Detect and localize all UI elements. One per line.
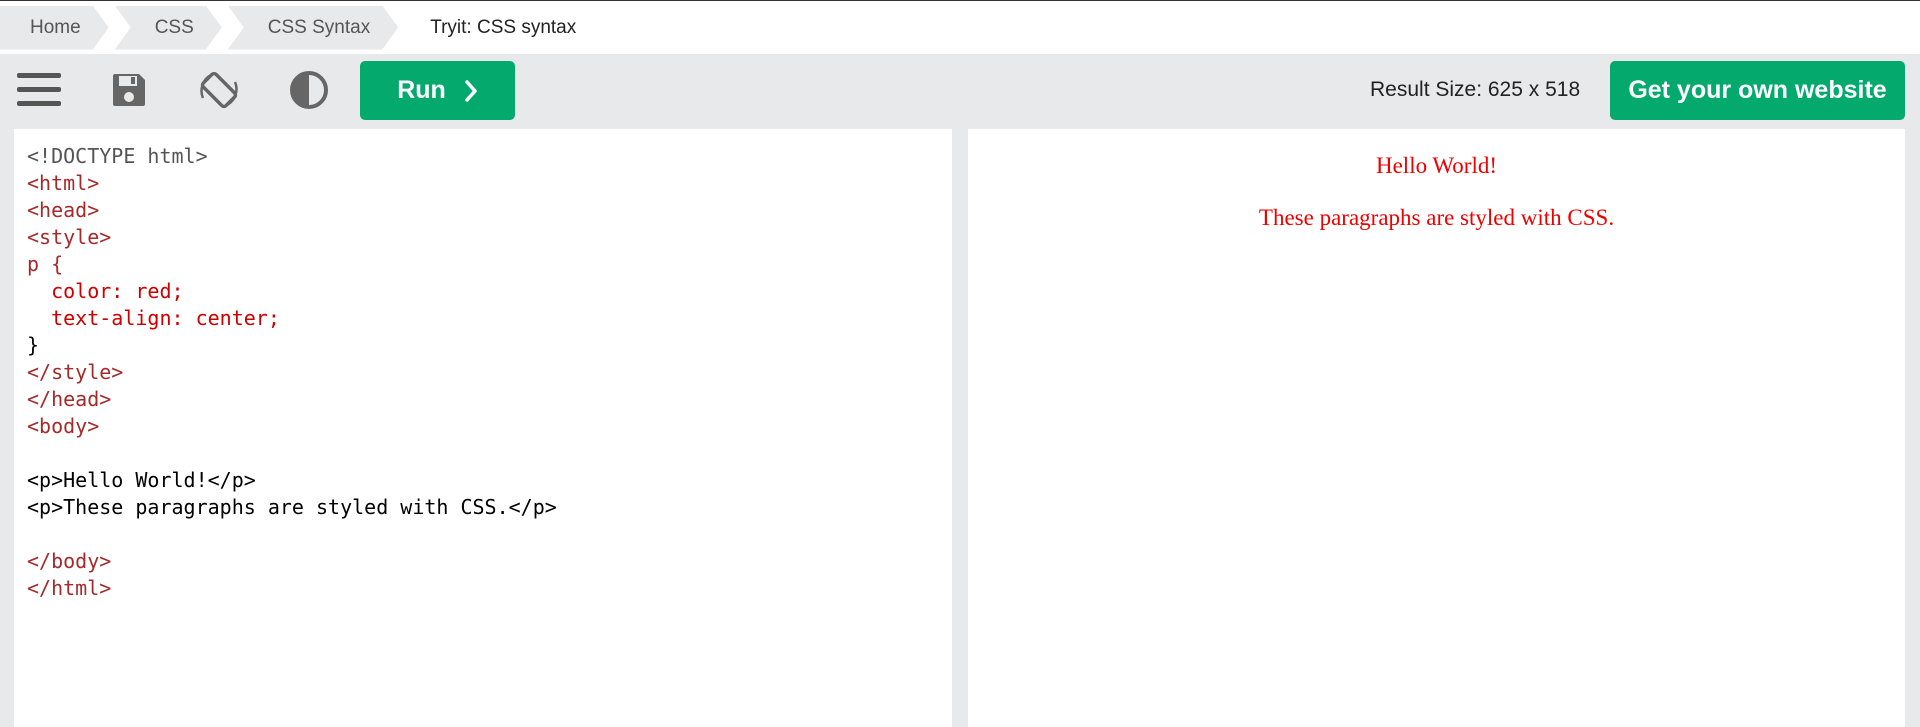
code-line: text-align: center; bbox=[27, 306, 280, 330]
code-line: <style> bbox=[27, 225, 112, 249]
code-line: <!DOCTYPE html> bbox=[27, 144, 208, 168]
code-line: </body> bbox=[27, 549, 112, 573]
toolbar: Run Result Size: 625 x 518 Get your own … bbox=[0, 54, 1920, 126]
code-line: <head> bbox=[27, 198, 100, 222]
code-line: </html> bbox=[27, 576, 112, 600]
panel-divider[interactable] bbox=[952, 129, 967, 727]
run-button-label: Run bbox=[397, 76, 446, 104]
code-line: </style> bbox=[27, 360, 124, 384]
result-panel: Hello World! These paragraphs are styled… bbox=[968, 129, 1905, 727]
result-paragraph-hello: Hello World! bbox=[1375, 153, 1497, 178]
breadcrumb-home[interactable]: Home bbox=[0, 6, 109, 50]
breadcrumb-css-syntax[interactable]: CSS Syntax bbox=[228, 6, 398, 50]
code-line: p { bbox=[27, 252, 64, 276]
code-line: color: red; bbox=[27, 279, 184, 303]
run-button[interactable]: Run bbox=[360, 61, 515, 120]
code-line: <body> bbox=[27, 414, 100, 438]
code-line: </head> bbox=[27, 387, 112, 411]
code-editor[interactable]: <!DOCTYPE html> <html> <head> <style> p … bbox=[14, 129, 952, 727]
breadcrumb-css[interactable]: CSS bbox=[115, 6, 222, 50]
save-icon[interactable] bbox=[107, 70, 151, 110]
chevron-right-icon bbox=[465, 79, 477, 102]
menu-icon[interactable] bbox=[17, 70, 61, 110]
contrast-icon[interactable] bbox=[287, 70, 331, 110]
result-size-label: Result Size: 625 x 518 bbox=[1370, 78, 1581, 101]
rotate-icon[interactable] bbox=[197, 70, 241, 110]
result-paragraph-styled: These paragraphs are styled with CSS. bbox=[1258, 205, 1615, 230]
breadcrumb: Home CSS CSS Syntax Tryit: CSS syntax bbox=[0, 1, 1920, 54]
code-line: <p>These paragraphs are styled with CSS.… bbox=[27, 495, 557, 519]
code-line: <p>Hello World!</p> bbox=[27, 468, 256, 492]
breadcrumb-current: Tryit: CSS syntax bbox=[430, 16, 577, 38]
get-your-own-website-button[interactable]: Get your own website bbox=[1610, 61, 1905, 120]
code-line: <html> bbox=[27, 171, 100, 195]
code-line: } bbox=[27, 333, 40, 357]
